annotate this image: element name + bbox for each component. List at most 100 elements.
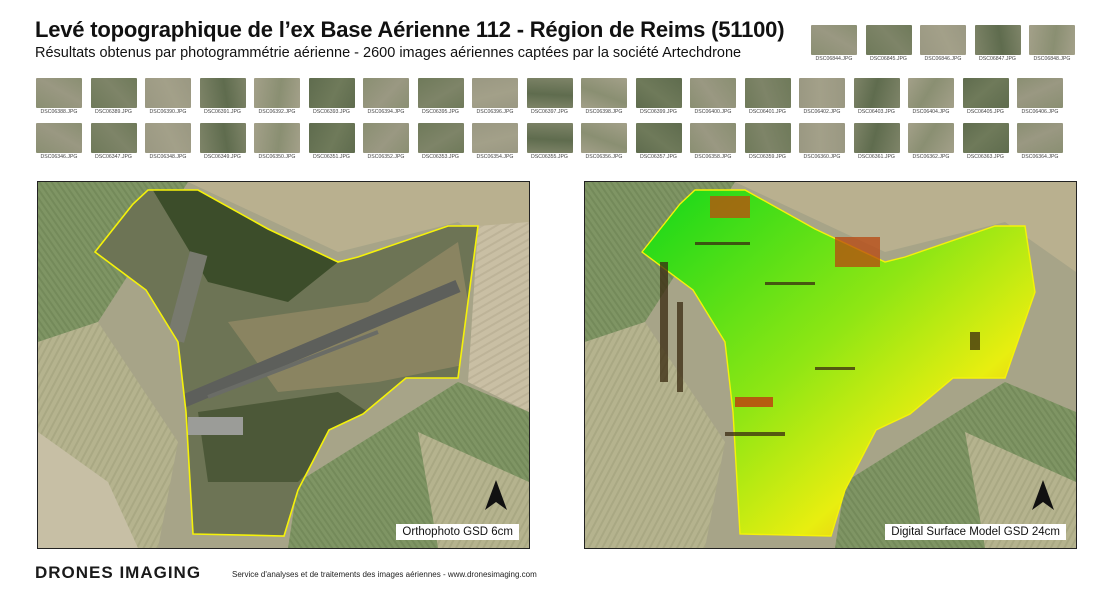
thumbnail-label: DSC06348.JPG — [149, 154, 187, 160]
thumbnail[interactable]: DSC06396.JPG — [472, 78, 518, 116]
thumbnail[interactable]: DSC06355.JPG — [526, 123, 573, 161]
thumbnail[interactable]: DSC06848.JPG — [1029, 25, 1075, 63]
thumbnail-image — [145, 78, 191, 108]
thumbnail-image — [145, 123, 191, 153]
thumbnail[interactable]: DSC06846.JPG — [920, 25, 966, 63]
north-arrow-icon — [1032, 480, 1054, 510]
thumbnail[interactable]: DSC06356.JPG — [581, 123, 627, 161]
thumbnail-label: DSC06848.JPG — [1033, 56, 1071, 62]
thumbnail[interactable]: DSC06362.JPG — [908, 123, 954, 161]
thumbnail[interactable]: DSC06395.JPG — [417, 78, 464, 116]
thumbnail-label: DSC06358.JPG — [694, 154, 732, 160]
dsm-panel[interactable]: Digital Surface Model GSD 24cm — [584, 181, 1077, 549]
thumbnail[interactable]: DSC06847.JPG — [974, 25, 1021, 63]
thumbnail-label: DSC06361.JPG — [858, 154, 895, 160]
thumbnail-image — [1017, 78, 1063, 108]
thumbnail[interactable]: DSC06388.JPG — [36, 78, 82, 116]
thumbnail[interactable]: DSC06389.JPG — [90, 78, 137, 116]
thumbnail-label: DSC06351.JPG — [313, 154, 350, 160]
thumbnail[interactable]: DSC06406.JPG — [1017, 78, 1063, 116]
thumbnail[interactable]: DSC06358.JPG — [690, 123, 736, 161]
thumbnail-label: DSC06390.JPG — [149, 109, 187, 115]
thumbnail[interactable]: DSC06393.JPG — [308, 78, 355, 116]
thumbnail-label: DSC06352.JPG — [367, 154, 405, 160]
thumbnail-image — [90, 78, 137, 108]
thumbnail[interactable]: DSC06346.JPG — [36, 123, 82, 161]
thumbnail[interactable]: DSC06403.JPG — [853, 78, 900, 116]
thumbnail[interactable]: DSC06845.JPG — [865, 25, 912, 63]
thumbnail-label: DSC06347.JPG — [95, 154, 132, 160]
thumbnail-label: DSC06346.JPG — [40, 154, 78, 160]
thumbnail-image — [254, 78, 300, 108]
orthophoto-map — [38, 182, 529, 548]
thumbnail[interactable]: DSC06351.JPG — [308, 123, 355, 161]
thumbnail[interactable]: DSC06844.JPG — [811, 25, 857, 63]
thumbnail[interactable]: DSC06354.JPG — [472, 123, 518, 161]
footer-tagline: Service d'analyses et de traitements des… — [232, 570, 537, 579]
thumbnail[interactable]: DSC06353.JPG — [417, 123, 464, 161]
thumbnail-label: DSC06844.JPG — [815, 56, 853, 62]
thumbnail-label: DSC06353.JPG — [422, 154, 459, 160]
thumbnail-image — [799, 78, 845, 108]
thumbnail[interactable]: DSC06394.JPG — [363, 78, 409, 116]
thumbnail-label: DSC06362.JPG — [912, 154, 950, 160]
thumbnail-image — [308, 123, 355, 153]
thumbnail-label: DSC06393.JPG — [313, 109, 350, 115]
thumbnail[interactable]: DSC06360.JPG — [799, 123, 845, 161]
thumbnail-label: DSC06391.JPG — [204, 109, 241, 115]
thumbnail-image — [744, 78, 791, 108]
thumbnail-image — [853, 123, 900, 153]
thumbnail[interactable]: DSC06402.JPG — [799, 78, 845, 116]
thumbnail-image — [254, 123, 300, 153]
thumbnail[interactable]: DSC06398.JPG — [581, 78, 627, 116]
thumbnail-image — [581, 78, 627, 108]
thumbnail[interactable]: DSC06392.JPG — [254, 78, 300, 116]
north-arrow-icon — [485, 480, 507, 510]
orthophoto-panel[interactable]: Orthophoto GSD 6cm — [37, 181, 530, 549]
thumbnail-label: DSC06846.JPG — [924, 56, 962, 62]
thumbnail[interactable]: DSC06400.JPG — [690, 78, 736, 116]
thumbnail[interactable]: DSC06363.JPG — [962, 123, 1009, 161]
thumbnail-label: DSC06405.JPG — [967, 109, 1004, 115]
thumbnail-label: DSC06355.JPG — [531, 154, 568, 160]
thumbnail[interactable]: DSC06391.JPG — [199, 78, 246, 116]
thumbnail[interactable]: DSC06349.JPG — [199, 123, 246, 161]
thumbnail-label: DSC06364.JPG — [1021, 154, 1059, 160]
thumbnail-label: DSC06354.JPG — [476, 154, 514, 160]
thumbnail-image — [417, 123, 464, 153]
thumbnail-image — [744, 123, 791, 153]
thumbnail-image — [908, 123, 954, 153]
thumbnail[interactable]: DSC06347.JPG — [90, 123, 137, 161]
thumbnail[interactable]: DSC06401.JPG — [744, 78, 791, 116]
thumbnail-label: DSC06356.JPG — [585, 154, 623, 160]
thumbnail-image — [1017, 123, 1063, 153]
thumbnail[interactable]: DSC06359.JPG — [744, 123, 791, 161]
thumbnail-label: DSC06398.JPG — [585, 109, 623, 115]
thumbnail-image — [308, 78, 355, 108]
thumbnail-label: DSC06397.JPG — [531, 109, 568, 115]
thumbnail[interactable]: DSC06364.JPG — [1017, 123, 1063, 161]
thumbnail-image — [199, 123, 246, 153]
thumbnail-image — [799, 123, 845, 153]
thumbnail[interactable]: DSC06352.JPG — [363, 123, 409, 161]
thumbnail-image — [36, 78, 82, 108]
thumbnail[interactable]: DSC06357.JPG — [635, 123, 682, 161]
thumbnail-label: DSC06349.JPG — [204, 154, 241, 160]
thumbnail-image — [690, 123, 736, 153]
thumbnail[interactable]: DSC06361.JPG — [853, 123, 900, 161]
thumbnail[interactable]: DSC06350.JPG — [254, 123, 300, 161]
thumbnail-image — [472, 78, 518, 108]
company-logo: DRONES IMAGING — [35, 563, 202, 582]
thumbnail[interactable]: DSC06404.JPG — [908, 78, 954, 116]
thumbnail-label: DSC06363.JPG — [967, 154, 1004, 160]
thumbnail[interactable]: DSC06397.JPG — [526, 78, 573, 116]
thumbnail-label: DSC06392.JPG — [258, 109, 296, 115]
thumbnail-label: DSC06402.JPG — [803, 109, 841, 115]
thumbnail[interactable]: DSC06399.JPG — [635, 78, 682, 116]
thumbnail[interactable]: DSC06390.JPG — [145, 78, 191, 116]
thumbnail-image — [90, 123, 137, 153]
orthophoto-caption: Orthophoto GSD 6cm — [396, 524, 519, 540]
thumbnail[interactable]: DSC06348.JPG — [145, 123, 191, 161]
thumbnail-image — [472, 123, 518, 153]
thumbnail[interactable]: DSC06405.JPG — [962, 78, 1009, 116]
